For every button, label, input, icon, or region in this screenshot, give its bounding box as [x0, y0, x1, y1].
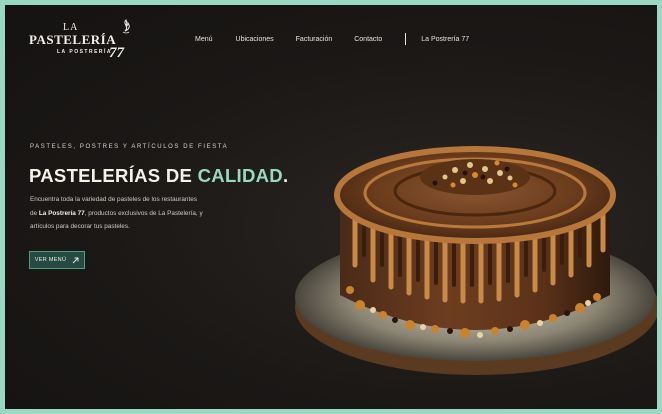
nav-item-facturacion[interactable]: Facturación — [296, 36, 333, 43]
logo-brand: PASTELERÍA — [29, 32, 117, 47]
hero-title-main: PASTELERÍAS DE — [29, 165, 198, 186]
desc-line-1: Encuentra toda la variedad de pasteles d… — [30, 196, 197, 203]
nav-item-menu[interactable]: Menú — [195, 36, 213, 43]
nav-item-ubicaciones[interactable]: Ubicaciones — [236, 36, 274, 43]
main-nav: Menú Ubicaciones Facturación Contacto La… — [195, 33, 469, 45]
logo-sub: LA POSTRERÍA — [57, 49, 113, 55]
desc-line-2-pre: de — [30, 209, 39, 217]
desc-line-3: artículos para decorar tus pasteles. — [30, 223, 130, 230]
brand-logo[interactable]: LA PASTELERÍA LA POSTRERÍA 77 — [29, 19, 139, 63]
hero-kicker: PASTELES, POSTRES Y ARTÍCULOS DE FIESTA — [30, 144, 229, 150]
flame-icon — [122, 19, 130, 34]
hero-description: Encuentra toda la variedad de pasteles d… — [30, 193, 240, 234]
nav-item-postreria[interactable]: La Postrería 77 — [421, 36, 469, 43]
logo-number: 77 — [109, 45, 124, 61]
nav-divider — [405, 33, 407, 45]
hero-title-accent: CALIDAD — [197, 165, 283, 186]
arrow-up-right-icon — [72, 257, 79, 263]
chocolate-cake-image — [295, 146, 657, 375]
nav-item-contacto[interactable]: Contacto — [354, 36, 382, 43]
see-menu-button[interactable]: VER MENÚ — [29, 251, 85, 269]
see-menu-label: VER MENÚ — [34, 257, 67, 263]
page: LA PASTELERÍA LA POSTRERÍA 77 Menú Ubica… — [5, 5, 657, 409]
desc-brand-link: La Postrería 77 — [38, 209, 85, 217]
hero-title: PASTELERÍAS DE CALIDAD. — [29, 165, 288, 187]
desc-line-2-post: , productos exclusivos de La Pastelería,… — [84, 209, 203, 217]
